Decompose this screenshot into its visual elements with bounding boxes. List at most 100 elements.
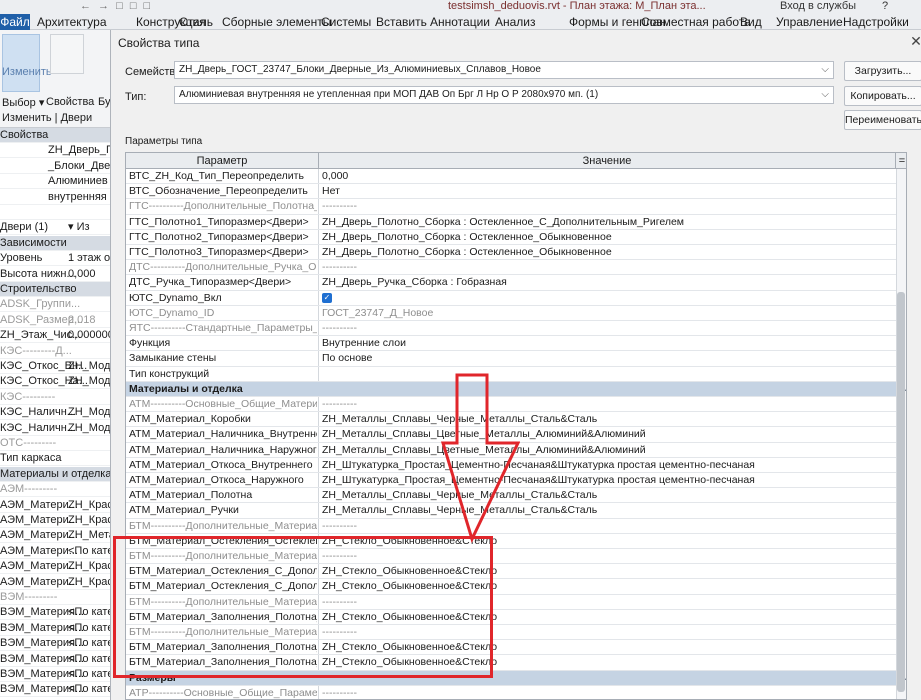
properties-row[interactable]: _Блоки_Двер	[0, 159, 110, 174]
parameter-value[interactable]: ----------	[322, 321, 892, 335]
properties-row[interactable]: ZH_Этаж_Чис... 0,000000	[0, 328, 110, 344]
properties-row[interactable]: внутренняя н	[0, 190, 110, 205]
properties-row[interactable]: Уровень 1 этаж ос	[0, 251, 110, 267]
table-row[interactable]: ВТС_ZH_Код_Тип_Переопределить 0,000	[126, 169, 896, 185]
parameter-value[interactable]: ----------	[322, 686, 892, 699]
properties-row[interactable]: Зависимости	[0, 235, 110, 251]
properties-row[interactable]: ВЭМ_Материя... <По кате	[0, 682, 110, 698]
properties-row[interactable]: АЭМ_Матери... <По кате	[0, 544, 110, 559]
parameter-value[interactable]: ZH_Металлы_Сплавы_Черные_Металлы_Сталь&С…	[322, 503, 892, 517]
sign-in-button[interactable]: Вход в службы	[780, 0, 856, 14]
parameter-value[interactable]: ----------	[322, 519, 892, 533]
quick-access-toolbar[interactable]: ← → □ □ □	[80, 0, 340, 14]
properties-row[interactable]: АЭМ---------	[0, 482, 110, 498]
menu-tab-8[interactable]: Анализ	[495, 14, 536, 30]
properties-row[interactable]: КЭС---------	[0, 390, 110, 405]
properties-row[interactable]: Высота нижн... 0,000	[0, 267, 110, 282]
menu-tab-3[interactable]: Сталь	[179, 14, 213, 30]
table-row[interactable]: ДТС----------Дополнительные_Ручка_Общи --…	[126, 260, 896, 276]
parameter-value[interactable]: ZH_Металлы_Сплавы_Цветные_Металлы_Алюмин…	[322, 443, 892, 457]
properties-panel-button[interactable]	[50, 34, 84, 74]
menu-tab-10[interactable]: Совместная работа	[641, 14, 751, 30]
properties-row[interactable]: КЭС---------Д...	[0, 344, 110, 359]
menu-tab-13[interactable]: Надстройки	[843, 14, 909, 30]
table-row[interactable]: Функция Внутренние слои	[126, 336, 896, 352]
column-header-formula[interactable]: =	[896, 153, 906, 169]
properties-row[interactable]: ВЭМ---------	[0, 590, 110, 605]
properties-row[interactable]: КЭС_Наличн...ZH_Моде	[0, 421, 110, 436]
properties-row[interactable]: КЭС_Откос_На...ZH_Моде	[0, 374, 110, 390]
menu-tab-5[interactable]: Системы	[321, 14, 371, 30]
properties-row[interactable]: ADSK_Размер... 2,018	[0, 313, 110, 328]
properties-row[interactable]: АЭМ_Матери... ZH_Крас	[0, 559, 110, 575]
table-row[interactable]: ГТС_Полотно1_Типоразмер<Двери> ZH_Дверь_П…	[126, 214, 896, 230]
family-select[interactable]: ZH_Дверь_ГОСТ_23747_Блоки_Дверные_Из_Алю…	[174, 61, 834, 79]
parameter-value[interactable]: ZH_Дверь_Полотно_Сборка : Остекленное_С_…	[322, 215, 892, 229]
parameter-value[interactable]: По основе	[322, 351, 892, 365]
parameter-value[interactable]: ZH_Штукатурка_Простая_Цементно-Песчаная&…	[322, 473, 892, 487]
properties-row[interactable]: ВЭМ_Материя... <По кате	[0, 605, 110, 621]
properties-row[interactable]: АЭМ_Матери... ZH_Крас	[0, 498, 110, 513]
parameter-value[interactable]: ZH_Дверь_Полотно_Сборка : Остекленное_Об…	[322, 230, 892, 244]
properties-row[interactable]: ADSK_Группи...	[0, 297, 110, 313]
properties-row[interactable]: АЭМ_Матери...ZH_Мета	[0, 528, 110, 544]
table-row[interactable]: ГТС----------Дополнительные_Полотна_Об --…	[126, 199, 896, 215]
parameter-value[interactable]: Внутренние слои	[322, 336, 892, 350]
properties-row[interactable]	[0, 205, 110, 220]
parameter-value[interactable]: ZH_Дверь_Полотно_Сборка : Остекленное_Об…	[322, 245, 892, 259]
properties-button[interactable]: Свойства	[46, 96, 94, 108]
properties-row[interactable]: КЭС_Наличн...ZH_Моде	[0, 405, 110, 421]
parameter-value[interactable]: ----------	[322, 397, 892, 411]
table-row[interactable]: ЯТС----------Стандартные_Параметры_Стр --…	[126, 321, 896, 337]
properties-row[interactable]: Двери (1) ▾ Из	[0, 220, 110, 236]
type-select[interactable]: Алюминиевая внутренняя не утепленная при…	[174, 86, 834, 104]
help-icon[interactable]: ?	[882, 0, 888, 14]
properties-row[interactable]: ZH_Дверь_ГО	[0, 143, 110, 159]
load-button[interactable]: Загрузить...	[844, 61, 921, 81]
parameter-value[interactable]: ZH_Штукатурка_Простая_Цементно-Песчаная&…	[322, 458, 892, 472]
properties-row[interactable]: ОТС---------	[0, 436, 110, 451]
table-row[interactable]: ЮТС_Dynamo_Вкл ✓	[126, 290, 896, 306]
table-row[interactable]: ГТС_Полотно3_Типоразмер<Двери> ZH_Дверь_П…	[126, 245, 896, 261]
parameter-value[interactable]: Нет	[322, 184, 892, 198]
rename-button[interactable]: Переименовать...	[844, 110, 921, 130]
parameter-value[interactable]: ZH_Дверь_Ручка_Сборка : Гобразная	[322, 275, 892, 289]
table-row[interactable]: ГТС_Полотно2_Типоразмер<Двери> ZH_Дверь_П…	[126, 229, 896, 245]
properties-row[interactable]: КЭС_Откос_Вн...ZH_Моде	[0, 359, 110, 374]
table-row[interactable]: Замыкание стены По основе	[126, 351, 896, 367]
copy-button[interactable]: Копировать...	[844, 86, 921, 106]
parameter-value[interactable]: ZH_Металлы_Сплавы_Черные_Металлы_Сталь&С…	[322, 412, 892, 426]
table-row[interactable]: ВТС_Обозначение_Переопределить Нет	[126, 184, 896, 200]
parameter-value[interactable]: 0,000	[322, 169, 892, 183]
column-header-parameter[interactable]: Параметр	[126, 153, 319, 169]
menu-tab-12[interactable]: Управление	[776, 14, 843, 30]
menu-tab-1[interactable]: Архитектура	[37, 14, 107, 30]
properties-row[interactable]: ВЭМ_Материя... <По кате	[0, 621, 110, 636]
checkbox-checked-icon[interactable]: ✓	[322, 292, 332, 303]
vertical-scrollbar[interactable]	[897, 292, 905, 692]
parameter-value[interactable]: ZH_Металлы_Сплавы_Черные_Металлы_Сталь&С…	[322, 488, 892, 502]
properties-row[interactable]: Материалы и отделка	[0, 466, 110, 482]
column-header-value[interactable]: Значение	[319, 153, 896, 169]
properties-row[interactable]: Тип каркаса	[0, 451, 110, 467]
properties-row[interactable]: ВЭМ_Материя... <По кате	[0, 652, 110, 667]
properties-row[interactable]: АЭМ_Матери... ZH_Крас	[0, 513, 110, 528]
close-icon[interactable]: ✕	[905, 30, 921, 52]
file-menu-tab[interactable]: Файл	[0, 14, 30, 30]
parameter-value[interactable]: ----------	[322, 199, 892, 213]
properties-row[interactable]: ВЭМ_Материя... <По кате	[0, 667, 110, 682]
modify-button[interactable]	[2, 34, 40, 92]
parameter-value[interactable]: ✓	[322, 291, 892, 305]
table-row[interactable]: ЮТС_Dynamo_ID ГОСТ_23747_Д_Новое	[126, 305, 896, 321]
properties-row[interactable]: ВЭМ_Материя... <По кате	[0, 636, 110, 652]
properties-row[interactable]: Строительство	[0, 282, 110, 297]
properties-row[interactable]: АЭМ_Матери... ZH_Крас	[0, 575, 110, 590]
menu-tab-7[interactable]: Аннотации	[430, 14, 490, 30]
parameter-value[interactable]: ZH_Металлы_Сплавы_Цветные_Металлы_Алюмин…	[322, 427, 892, 441]
parameter-value[interactable]: ГОСТ_23747_Д_Новое	[322, 306, 892, 320]
menu-tab-4[interactable]: Сборные элементы	[222, 14, 331, 30]
table-row[interactable]: ДТС_Ручка_Типоразмер<Двери> ZH_Дверь_Ручк…	[126, 275, 896, 291]
properties-row[interactable]: Свойства	[0, 128, 110, 143]
parameter-value[interactable]: ----------	[322, 260, 892, 274]
table-row[interactable]: АТР----------Основные_Общие_Параметр ----…	[126, 685, 896, 699]
